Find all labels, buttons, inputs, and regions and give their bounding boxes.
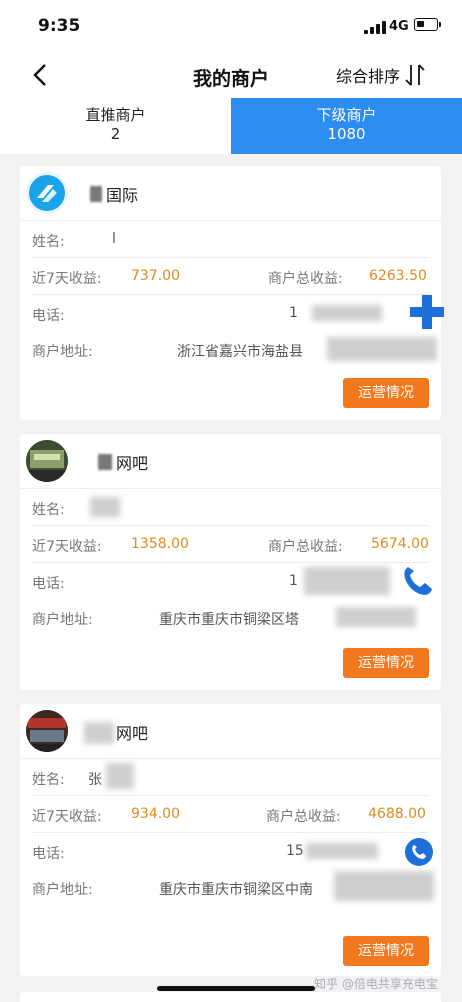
income7-value: 934.00 [131, 806, 180, 822]
phone-value: 1 [289, 305, 298, 321]
phone-label: 电话: [32, 576, 65, 592]
total-income-label: 商户总收益: [268, 539, 343, 555]
income-row: 近7天收益: 1358.00 商户总收益: 5674.00 [32, 526, 429, 563]
tab-label: 直推商户 [85, 106, 146, 124]
total-income-label: 商户总收益: [266, 809, 341, 825]
address-label: 商户地址: [32, 882, 93, 898]
contact-name-label: 姓名: [32, 234, 65, 250]
address-value: 浙江省嘉兴市海盐县 [177, 344, 303, 360]
phone-value: 1 [289, 573, 298, 589]
merchant-card-header: 国际 [20, 166, 441, 221]
chevron-left-icon [33, 64, 46, 86]
merchant-logo [26, 172, 68, 214]
address-row: 商户地址: 重庆市重庆市铜梁区塔 [32, 599, 429, 635]
tab-direct-merchants[interactable]: 直推商户 2 [0, 98, 231, 154]
income7-label: 近7天收益: [32, 271, 102, 287]
address-value: 重庆市重庆市铜梁区中南 [159, 882, 313, 898]
income7-label: 近7天收益: [32, 809, 102, 825]
phone-icon[interactable] [404, 837, 434, 867]
contact-name-label: 姓名: [32, 772, 65, 788]
status-bar: 9:35 4G [0, 0, 462, 52]
merchant-avatar [26, 710, 68, 752]
contact-name-label: 姓名: [32, 502, 65, 518]
phone-row: 电话: 15 [32, 833, 433, 869]
tab-sub-merchants[interactable]: 下级商户 1080 [231, 98, 462, 154]
total-income-value: 4688.00 [368, 806, 426, 822]
address-label: 商户地址: [32, 344, 93, 360]
merchant-card-header: 网吧 [20, 434, 441, 489]
total-income-value: 5674.00 [371, 536, 429, 552]
operation-status-button[interactable]: 运营情况 [343, 378, 429, 408]
contact-name-row: 姓名: [32, 489, 429, 526]
status-time: 9:35 [38, 16, 81, 36]
merchant-avatar [26, 440, 68, 482]
back-button[interactable] [28, 62, 54, 88]
income-row: 近7天收益: 934.00 商户总收益: 4688.00 [32, 796, 429, 833]
phone-value: 15 [286, 843, 304, 859]
contact-name-row: 姓名: l [32, 221, 429, 258]
sort-arrows-icon [405, 64, 425, 86]
phone-icon[interactable] [398, 561, 436, 599]
merchant-card[interactable]: 国际 姓名: l 近7天收益: 737.00 商户总收益: 6263.50 电话… [20, 166, 444, 420]
merchant-card-header: 网吧 [20, 704, 441, 759]
merchant-name: 国际 [106, 186, 139, 205]
battery-icon [414, 18, 441, 31]
address-row: 商户地址: 重庆市重庆市铜梁区中南 [32, 869, 434, 905]
total-income-value: 6263.50 [369, 268, 427, 284]
income-row: 近7天收益: 737.00 商户总收益: 6263.50 [32, 258, 429, 295]
sort-button[interactable]: 综合排序 [336, 58, 426, 92]
operation-status-button[interactable]: 运营情况 [343, 936, 429, 966]
nav-bar: 我的商户 综合排序 [0, 52, 462, 98]
address-row: 商户地址: 浙江省嘉兴市海盐县 [32, 331, 437, 367]
tab-count: 1080 [327, 125, 366, 143]
income7-value: 1358.00 [131, 536, 189, 552]
address-value: 重庆市重庆市铜梁区塔 [159, 612, 299, 628]
watermark: 知乎 @倍电共享充电宝 [314, 977, 438, 991]
phone-label: 电话: [32, 308, 65, 324]
sort-label: 综合排序 [336, 67, 401, 86]
contact-name-row: 姓名: 张 [32, 759, 429, 796]
address-label: 商户地址: [32, 612, 93, 628]
merchant-name: 网吧 [116, 724, 149, 743]
signal-icon [364, 21, 386, 34]
income7-label: 近7天收益: [32, 539, 102, 555]
contact-name-value: l [112, 231, 116, 247]
phone-row: 电话: 1 [32, 563, 432, 599]
merchant-tabs: 直推商户 2 下级商户 1080 [0, 98, 462, 154]
merchant-name: 网吧 [116, 454, 149, 473]
phone-icon[interactable] [408, 293, 446, 331]
home-indicator[interactable] [157, 986, 315, 991]
phone-row: 电话: 1 [32, 295, 444, 331]
merchant-card[interactable]: 网吧 姓名: 张 近7天收益: 934.00 商户总收益: 4688.00 电话… [20, 704, 441, 976]
tab-count: 2 [110, 125, 121, 143]
network-type: 4G [389, 19, 409, 34]
contact-name-value: 张 [88, 772, 102, 788]
next-merchant-card [20, 992, 441, 1002]
tab-label: 下级商户 [316, 106, 377, 124]
merchant-card[interactable]: 网吧 姓名: 近7天收益: 1358.00 商户总收益: 5674.00 电话:… [20, 434, 441, 690]
phone-label: 电话: [32, 846, 65, 862]
total-income-label: 商户总收益: [268, 271, 343, 287]
operation-status-button[interactable]: 运营情况 [343, 648, 429, 678]
income7-value: 737.00 [131, 268, 180, 284]
